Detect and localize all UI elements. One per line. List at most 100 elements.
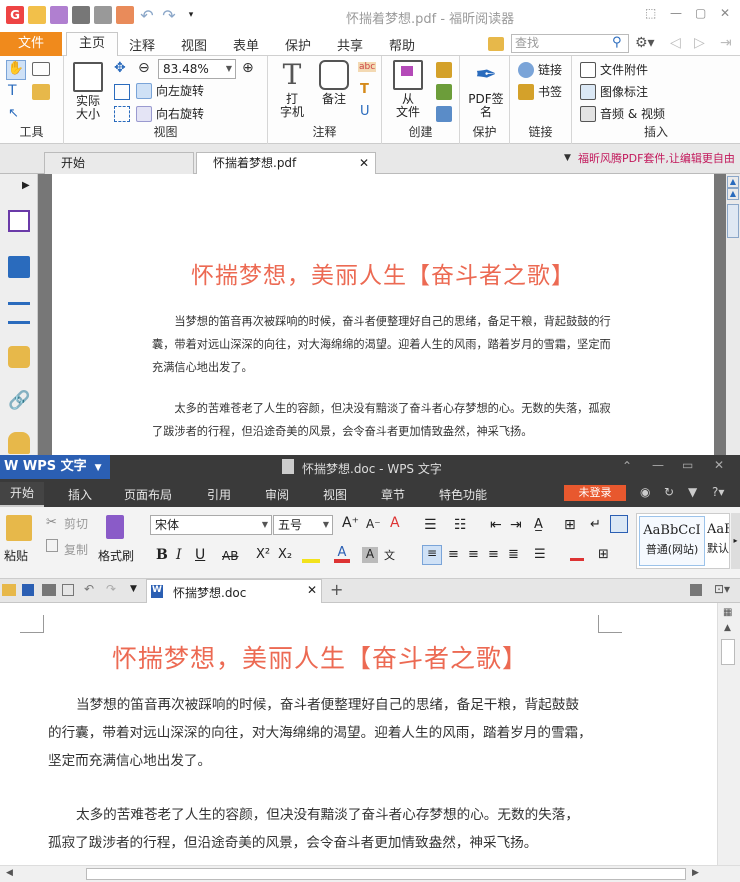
image-annotation-button[interactable]: 图像标注 — [580, 83, 648, 100]
promo-link[interactable]: 福昕风腾PDF套件,让编辑更自由 — [578, 150, 735, 166]
new-tab-icon[interactable]: + — [330, 580, 343, 599]
search-icon[interactable]: ⚲ — [612, 35, 622, 50]
paragraph-mark-icon[interactable]: ↵ — [590, 517, 601, 532]
decrease-indent-icon[interactable]: ⇤ — [490, 517, 502, 533]
wps-print-icon[interactable] — [42, 584, 56, 596]
underline-button[interactable]: U — [195, 547, 205, 563]
collapse-ribbon-icon[interactable]: ⇥ — [720, 35, 732, 51]
grow-font-icon[interactable]: A⁺ — [342, 515, 359, 531]
select-arrow-icon[interactable]: ↖ — [8, 106, 19, 121]
fit-page-icon[interactable]: ✥ — [114, 60, 126, 76]
wps-redo-icon[interactable]: ↷ — [106, 582, 116, 596]
wps-maximize-icon[interactable]: ▭ — [682, 458, 693, 472]
paste-button[interactable]: 粘贴 — [4, 547, 28, 564]
customize-icon[interactable]: ▾ — [182, 6, 200, 24]
wps-tab-home[interactable]: 开始 — [0, 482, 45, 507]
format-painter-button[interactable]: 格式刷 — [98, 547, 134, 564]
zoom-out-icon[interactable]: ⊖ — [138, 60, 150, 76]
tab-pdf-document[interactable]: 怀揣着梦想.pdf ✕ — [196, 152, 376, 174]
new-icon[interactable] — [116, 6, 134, 24]
bold-button[interactable]: B — [156, 547, 168, 563]
shrink-font-icon[interactable]: A⁻ — [366, 517, 381, 531]
phonetic-icon[interactable]: 文 — [384, 547, 395, 563]
align-center-icon[interactable]: ≡ — [448, 547, 459, 562]
style-default[interactable]: AaE 默认 — [707, 516, 729, 566]
char-shading-icon[interactable]: A — [362, 547, 378, 563]
wps-tab-review[interactable]: 审阅 — [265, 486, 289, 503]
audio-video-button[interactable]: 音频 & 视频 — [580, 105, 665, 122]
justify-icon[interactable]: ≡ — [488, 547, 499, 562]
create-blank-icon[interactable] — [436, 62, 452, 78]
increase-indent-icon[interactable]: ⇥ — [510, 517, 522, 533]
wps-tab-chapter[interactable]: 章节 — [381, 486, 405, 503]
wps-qa-dropdown-icon[interactable]: ▼ — [130, 584, 137, 594]
text-direction-icon[interactable]: A̲ — [534, 517, 543, 532]
align-right-icon[interactable]: ≡ — [468, 547, 479, 562]
clear-format-icon[interactable]: A — [390, 515, 400, 531]
create-clipboard-icon[interactable] — [436, 106, 452, 122]
superscript-icon[interactable]: X² — [256, 547, 270, 562]
tab-comment[interactable]: 注释 — [129, 35, 155, 54]
wps-horizontal-scrollbar[interactable]: ◀ ▶ — [0, 865, 740, 882]
format-painter-icon[interactable] — [106, 515, 124, 539]
create-scanner-icon[interactable] — [436, 84, 452, 100]
note-button[interactable]: 备注 — [316, 60, 352, 106]
wps-preview-icon[interactable] — [62, 584, 74, 596]
fit-width-icon[interactable] — [114, 84, 130, 100]
sync-icon[interactable]: ↻ — [664, 485, 674, 499]
rotate-left-button[interactable]: 向左旋转 — [136, 82, 204, 99]
undo-icon[interactable]: ↶ — [138, 6, 156, 25]
file-menu[interactable]: 文件 — [0, 32, 62, 56]
close-icon[interactable]: ✕ — [720, 6, 730, 20]
bullets-icon[interactable]: ☰ — [424, 517, 437, 533]
maximize-icon[interactable]: ▢ — [695, 6, 706, 20]
tab-menu-icon[interactable]: ⊡▾ — [714, 582, 730, 596]
tab-start[interactable]: 开始 — [44, 152, 194, 174]
tab-help[interactable]: 帮助 — [389, 35, 415, 54]
align-left-icon[interactable]: ≡ — [422, 545, 442, 565]
wps-app-menu[interactable]: W WPS 文字 ▼ — [0, 455, 110, 479]
file-attachment-button[interactable]: 文件附件 — [580, 61, 648, 78]
wps-hscroll-thumb[interactable] — [86, 868, 686, 880]
next-icon[interactable]: ▷ — [694, 35, 705, 51]
numbering-icon[interactable]: ☷ — [454, 517, 467, 533]
tab-list-icon[interactable] — [690, 584, 702, 596]
copy-button[interactable]: 复制 — [64, 541, 88, 558]
scroll-up-icon[interactable]: ▲ — [727, 188, 739, 200]
comments-icon[interactable] — [8, 346, 30, 368]
font-color-icon[interactable]: A — [334, 545, 350, 563]
expand-panel-icon[interactable]: ▶ — [22, 180, 30, 191]
wps-scroll-thumb[interactable] — [721, 639, 735, 665]
open-icon[interactable] — [28, 6, 46, 24]
wps-doc-tab[interactable]: W 怀揣梦想.doc ✕ — [146, 579, 322, 603]
tab-form[interactable]: 表单 — [233, 35, 259, 54]
paste-icon[interactable] — [6, 515, 32, 541]
table-icon[interactable]: ⊞ — [564, 517, 576, 533]
minimize-icon[interactable]: — — [670, 6, 682, 20]
actual-size-button[interactable]: 实际 大小 — [70, 62, 106, 121]
borders-icon[interactable]: ⊞ — [598, 547, 609, 562]
vertical-scrollbar[interactable]: ▲ ▲ — [726, 174, 740, 455]
layers-icon[interactable] — [8, 302, 30, 324]
styles-scroll-icon[interactable]: ▸ — [731, 513, 740, 569]
snapshot-icon[interactable] — [32, 62, 50, 76]
cut-icon[interactable]: ✂ — [46, 515, 57, 530]
wps-close-icon[interactable]: ✕ — [714, 458, 724, 472]
zoom-in-icon[interactable]: ⊕ — [242, 60, 254, 76]
link-button[interactable]: 链接 — [518, 61, 562, 78]
typewriter-button[interactable]: T 打 字机 — [274, 60, 310, 119]
wps-tab-references[interactable]: 引用 — [207, 486, 231, 503]
restore-ribbon-icon[interactable]: ⬚ — [645, 6, 656, 20]
rotate-right-button[interactable]: 向右旋转 — [136, 105, 204, 122]
layers-copy-icon[interactable] — [8, 256, 30, 278]
show-marks-icon[interactable] — [610, 515, 628, 533]
find-folder-icon[interactable] — [488, 37, 504, 51]
italic-button[interactable]: I — [176, 547, 182, 563]
strikethrough-button[interactable]: AB — [222, 549, 238, 563]
wps-tab-view[interactable]: 视图 — [323, 486, 347, 503]
tab-home[interactable]: 主页 — [66, 32, 119, 57]
copy-icon[interactable] — [46, 539, 58, 552]
shading-icon[interactable] — [570, 547, 584, 561]
underline-icon[interactable]: U — [360, 104, 370, 119]
distributed-icon[interactable]: ≣ — [508, 547, 519, 562]
